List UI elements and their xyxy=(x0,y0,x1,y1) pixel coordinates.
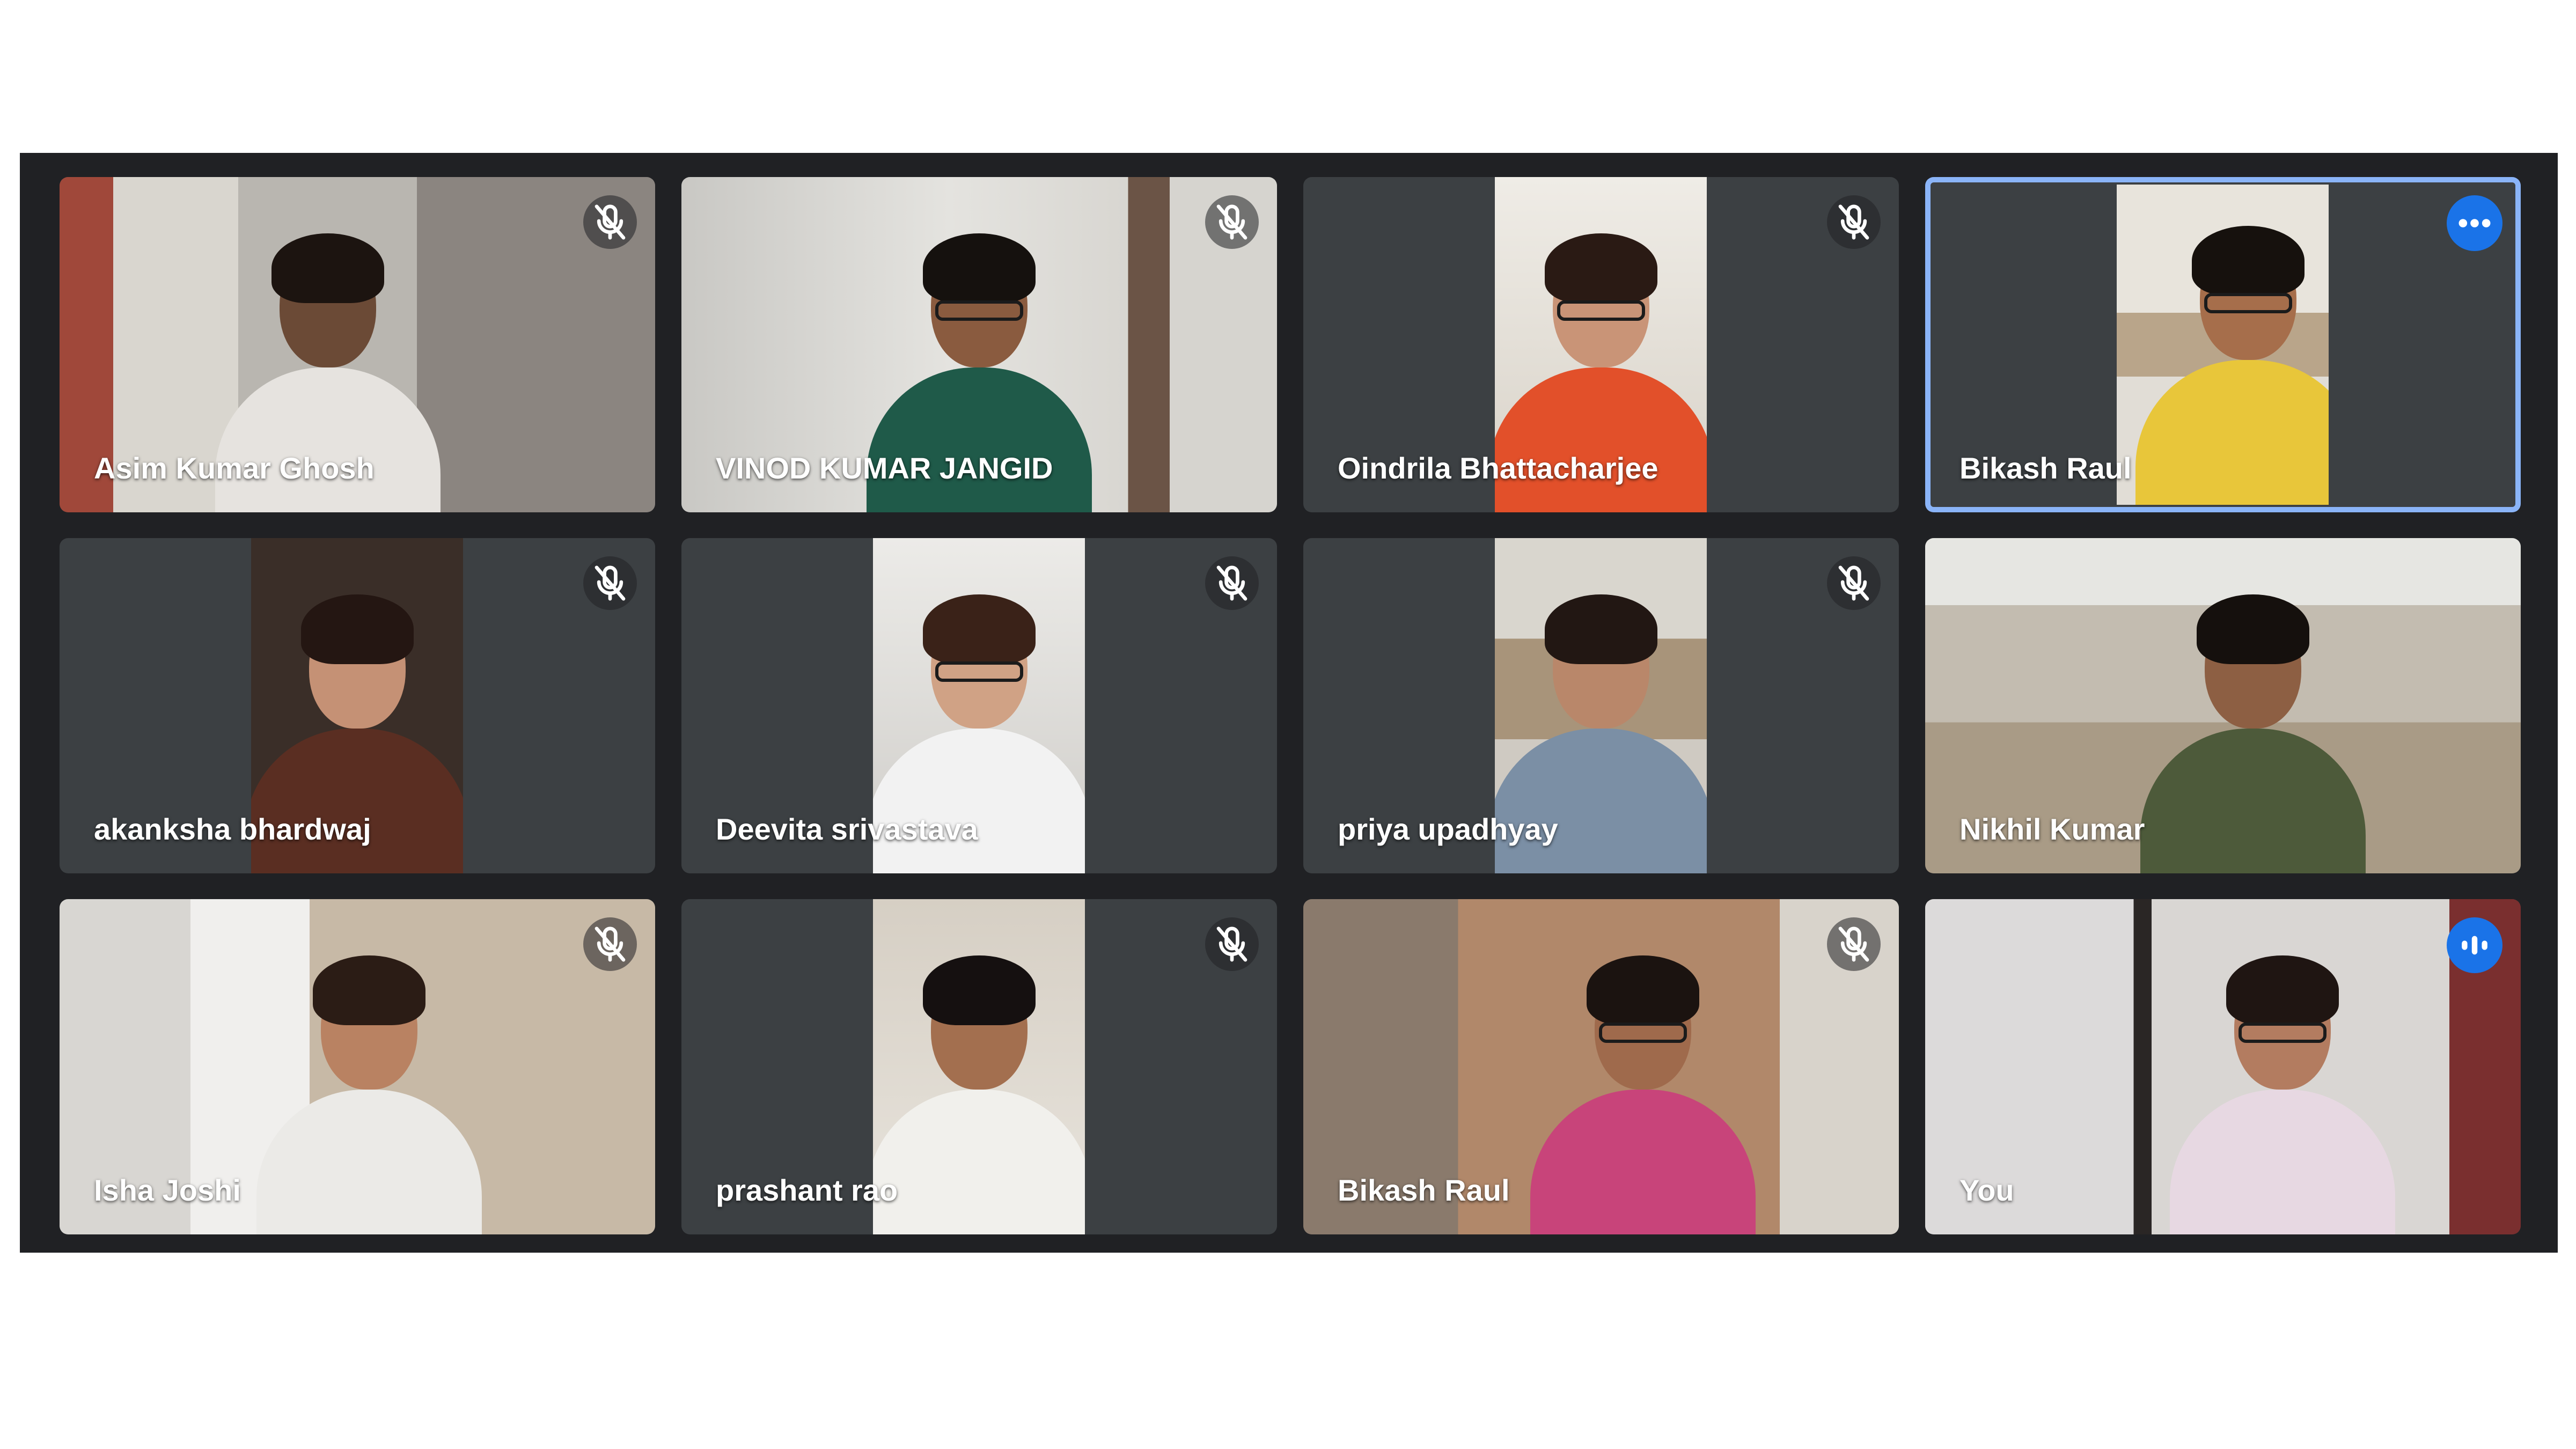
participant-name: Deevita srivastava xyxy=(716,812,978,846)
meeting-window: Asim Kumar Ghosh VINOD KUMAR JANGID Oind… xyxy=(20,153,2558,1253)
audio-level-icon xyxy=(2447,917,2502,973)
more-options-icon[interactable] xyxy=(2447,195,2502,251)
participant-tile[interactable]: Bikash Raul xyxy=(1303,899,1899,1234)
mic-off-icon xyxy=(1205,195,1259,249)
mic-off-icon xyxy=(583,556,637,610)
participant-tile[interactable]: akanksha bhardwaj xyxy=(60,538,655,873)
participant-tile[interactable]: Isha Joshi xyxy=(60,899,655,1234)
mic-off-icon xyxy=(583,917,637,971)
participant-name: Isha Joshi xyxy=(94,1173,241,1207)
participant-tile[interactable]: Asim Kumar Ghosh xyxy=(60,177,655,512)
participant-video xyxy=(2117,185,2329,505)
participant-name: Oindrila Bhattacharjee xyxy=(1338,451,1658,485)
mic-off-icon xyxy=(1205,917,1259,971)
participant-video xyxy=(1925,899,2521,1234)
mic-off-icon xyxy=(1827,556,1881,610)
participant-name: VINOD KUMAR JANGID xyxy=(716,451,1053,485)
participant-tile[interactable]: Nikhil Kumar xyxy=(1925,538,2521,873)
participant-name: akanksha bhardwaj xyxy=(94,812,371,846)
participant-tile[interactable]: Deevita srivastava xyxy=(681,538,1277,873)
participant-grid: Asim Kumar Ghosh VINOD KUMAR JANGID Oind… xyxy=(60,177,2521,1234)
participant-tile[interactable]: Oindrila Bhattacharjee xyxy=(1303,177,1899,512)
mic-off-icon xyxy=(1827,917,1881,971)
participant-name: Nikhil Kumar xyxy=(1959,812,2145,846)
participant-name: You xyxy=(1959,1173,2014,1207)
mic-off-icon xyxy=(1827,195,1881,249)
participant-name: prashant rao xyxy=(716,1173,898,1207)
mic-off-icon xyxy=(583,195,637,249)
mic-off-icon xyxy=(1205,556,1259,610)
participant-tile[interactable]: VINOD KUMAR JANGID xyxy=(681,177,1277,512)
participant-name: Bikash Raul xyxy=(1338,1173,1510,1207)
participant-name: Asim Kumar Ghosh xyxy=(94,451,375,485)
self-view-tile[interactable]: You xyxy=(1925,899,2521,1234)
participant-name: priya upadhyay xyxy=(1338,812,1558,846)
participant-tile[interactable]: prashant rao xyxy=(681,899,1277,1234)
participant-tile[interactable]: priya upadhyay xyxy=(1303,538,1899,873)
participant-name: Bikash Raul xyxy=(1959,451,2132,485)
participant-tile-active-speaker[interactable]: Bikash Raul xyxy=(1925,177,2521,512)
participant-video xyxy=(873,899,1085,1234)
